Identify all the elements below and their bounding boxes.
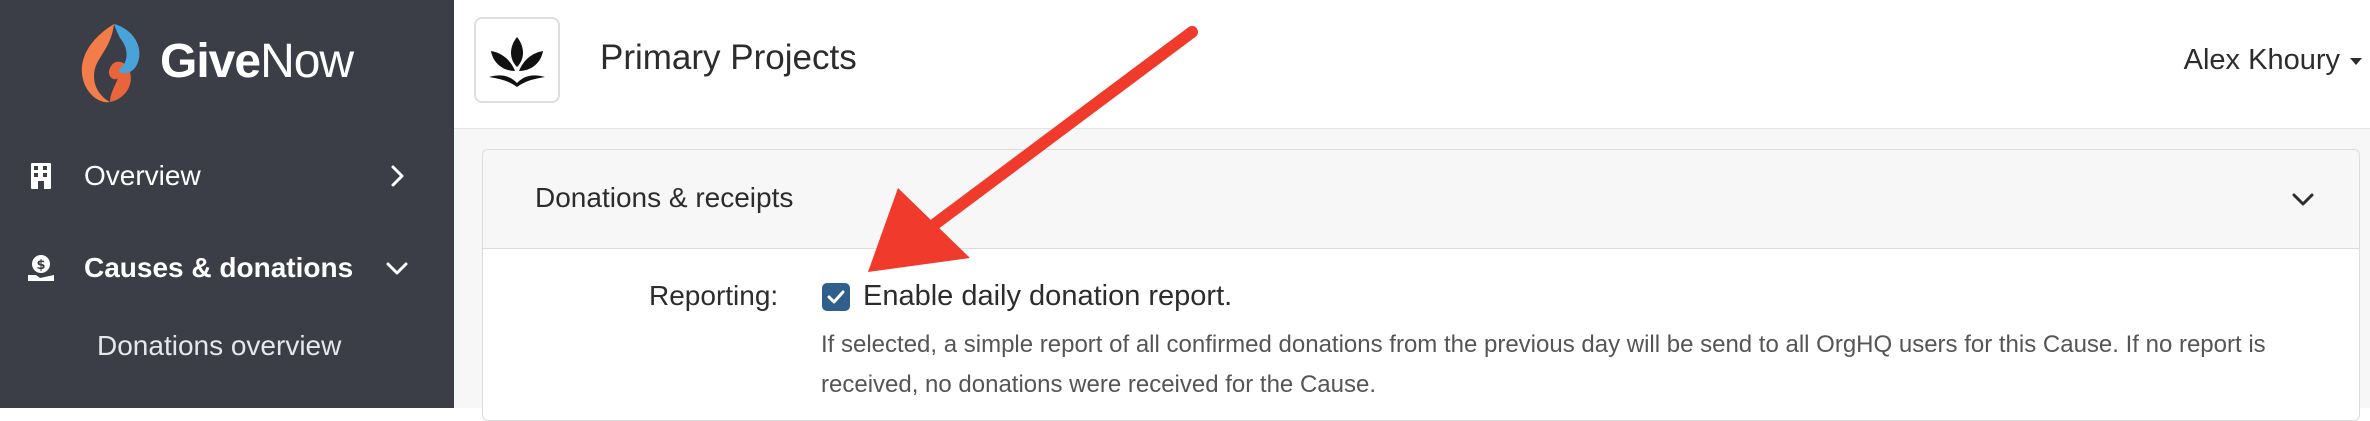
top-bar: Primary Projects Alex Khoury — [454, 0, 2370, 129]
givenow-logo[interactable]: GiveNow — [70, 18, 354, 106]
donations-receipts-panel: Donations & receipts Reporting: Enable d… — [482, 149, 2360, 421]
heart-drop-icon — [81, 24, 140, 103]
org-logo[interactable] — [474, 17, 560, 103]
panel-title: Donations & receipts — [535, 182, 794, 213]
sidebar-item-label: Causes & donations — [84, 252, 354, 283]
user-menu[interactable]: Alex Khoury — [2184, 44, 2362, 77]
sidebar: GiveNow Overview $ Causes & donations Do… — [0, 0, 454, 408]
main-content: Donations & receipts Reporting: Enable d… — [454, 129, 2370, 421]
lotus-icon — [489, 37, 545, 87]
chevron-down-icon[interactable] — [2291, 188, 2315, 212]
help-text: If selected, a simple report of all conf… — [821, 331, 2266, 398]
reporting-label: Reporting: — [649, 280, 779, 311]
user-name: Alex Khoury — [2183, 44, 2340, 76]
chevron-right-icon — [386, 165, 408, 187]
caret-down-icon — [2350, 55, 2362, 67]
donation-hand-icon: $ — [26, 253, 56, 283]
daily-report-checkbox[interactable] — [822, 283, 850, 311]
chevron-down-icon — [386, 257, 408, 279]
brand-name: GiveNow — [160, 35, 354, 88]
building-icon — [26, 161, 56, 191]
page-title: Primary Projects — [600, 38, 857, 77]
sidebar-item-overview[interactable]: Overview — [0, 146, 454, 206]
sidebar-subitem-donations-overview[interactable]: Donations overview — [97, 330, 341, 362]
sidebar-item-label: Overview — [84, 160, 201, 191]
sidebar-item-causes-donations[interactable]: $ Causes & donations — [0, 238, 454, 298]
panel-header[interactable]: Donations & receipts — [483, 150, 2359, 249]
daily-report-checkbox-label[interactable]: Enable daily donation report. — [863, 280, 1232, 313]
svg-text:$: $ — [36, 258, 45, 273]
checkmark-icon — [827, 290, 845, 304]
